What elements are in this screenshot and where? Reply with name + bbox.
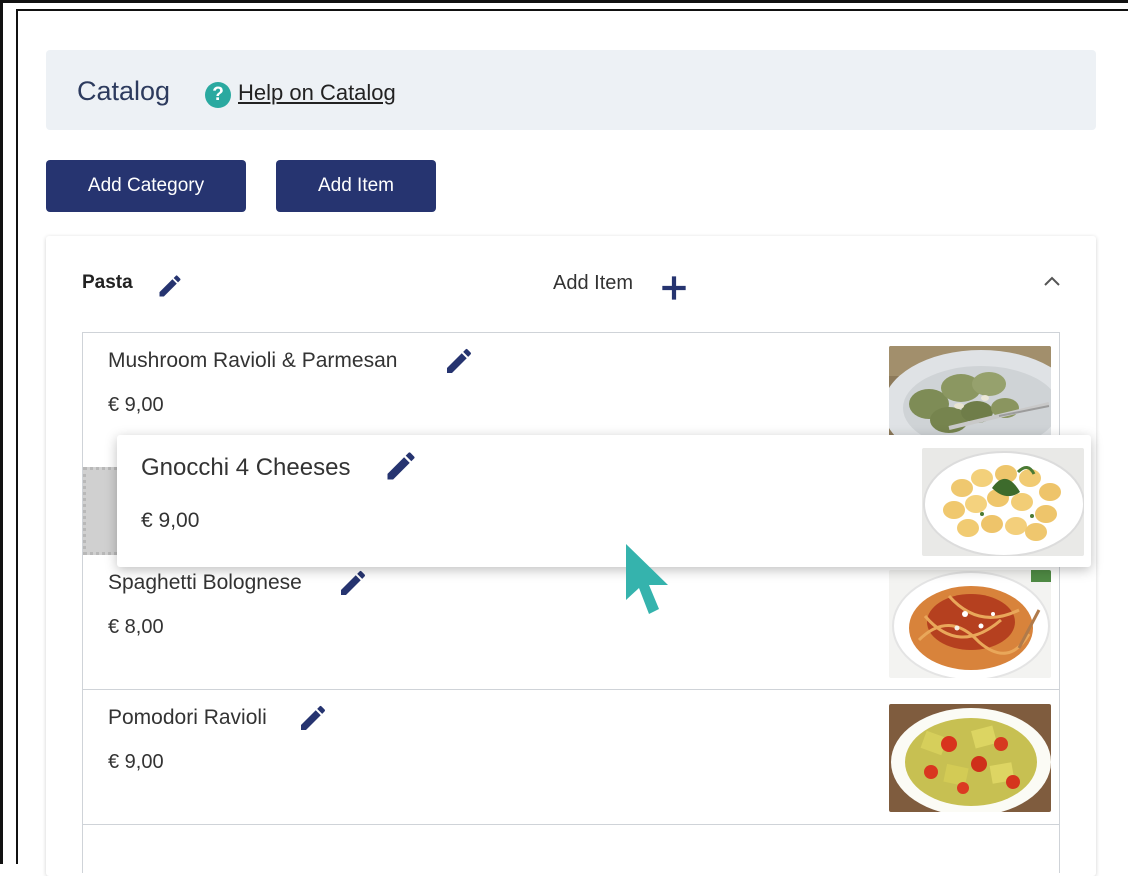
item-price: € 9,00 — [141, 509, 200, 532]
drag-cursor-icon — [626, 544, 668, 614]
edit-item-pencil-icon[interactable] — [443, 345, 475, 377]
catalog-header: Catalog ? Help on Catalog — [46, 50, 1096, 130]
item-price: € 9,00 — [108, 394, 164, 416]
edit-item-pencil-icon[interactable] — [383, 448, 419, 484]
item-name: Gnocchi 4 Cheeses — [141, 454, 351, 481]
edit-category-pencil-icon[interactable] — [156, 272, 184, 300]
item-name: Mushroom Ravioli & Parmesan — [108, 349, 398, 372]
category-add-item-label[interactable]: Add Item — [553, 272, 633, 295]
item-name: Spaghetti Bolognese — [108, 571, 302, 594]
plus-icon[interactable] — [660, 274, 688, 302]
question-circle-icon[interactable]: ? — [205, 82, 231, 108]
pomodori-ravioli-photo — [889, 704, 1051, 812]
help-on-catalog-link[interactable]: Help on Catalog — [238, 80, 396, 106]
item-price: € 9,00 — [108, 751, 164, 773]
edit-item-pencil-icon[interactable] — [297, 702, 329, 734]
list-item[interactable]: Spaghetti Bolognese € 8,00 — [83, 555, 1059, 690]
list-item[interactable]: Pomodori Ravioli € 9,00 — [83, 690, 1059, 825]
add-item-button[interactable]: Add Item — [276, 160, 436, 212]
dragging-item-card[interactable]: Gnocchi 4 Cheeses € 9,00 — [117, 435, 1091, 567]
item-price: € 8,00 — [108, 616, 164, 638]
category-name: Pasta — [82, 272, 133, 293]
page-title: Catalog — [77, 76, 171, 106]
gnocchi-photo — [922, 448, 1084, 556]
item-list: Mushroom Ravioli & Parmesan € 9,00 Spagh… — [82, 332, 1060, 873]
spaghetti-photo — [889, 570, 1051, 678]
add-category-button[interactable]: Add Category — [46, 160, 246, 212]
item-name: Pomodori Ravioli — [108, 706, 267, 729]
chevron-up-icon[interactable] — [1042, 274, 1062, 288]
edit-item-pencil-icon[interactable] — [337, 567, 369, 599]
